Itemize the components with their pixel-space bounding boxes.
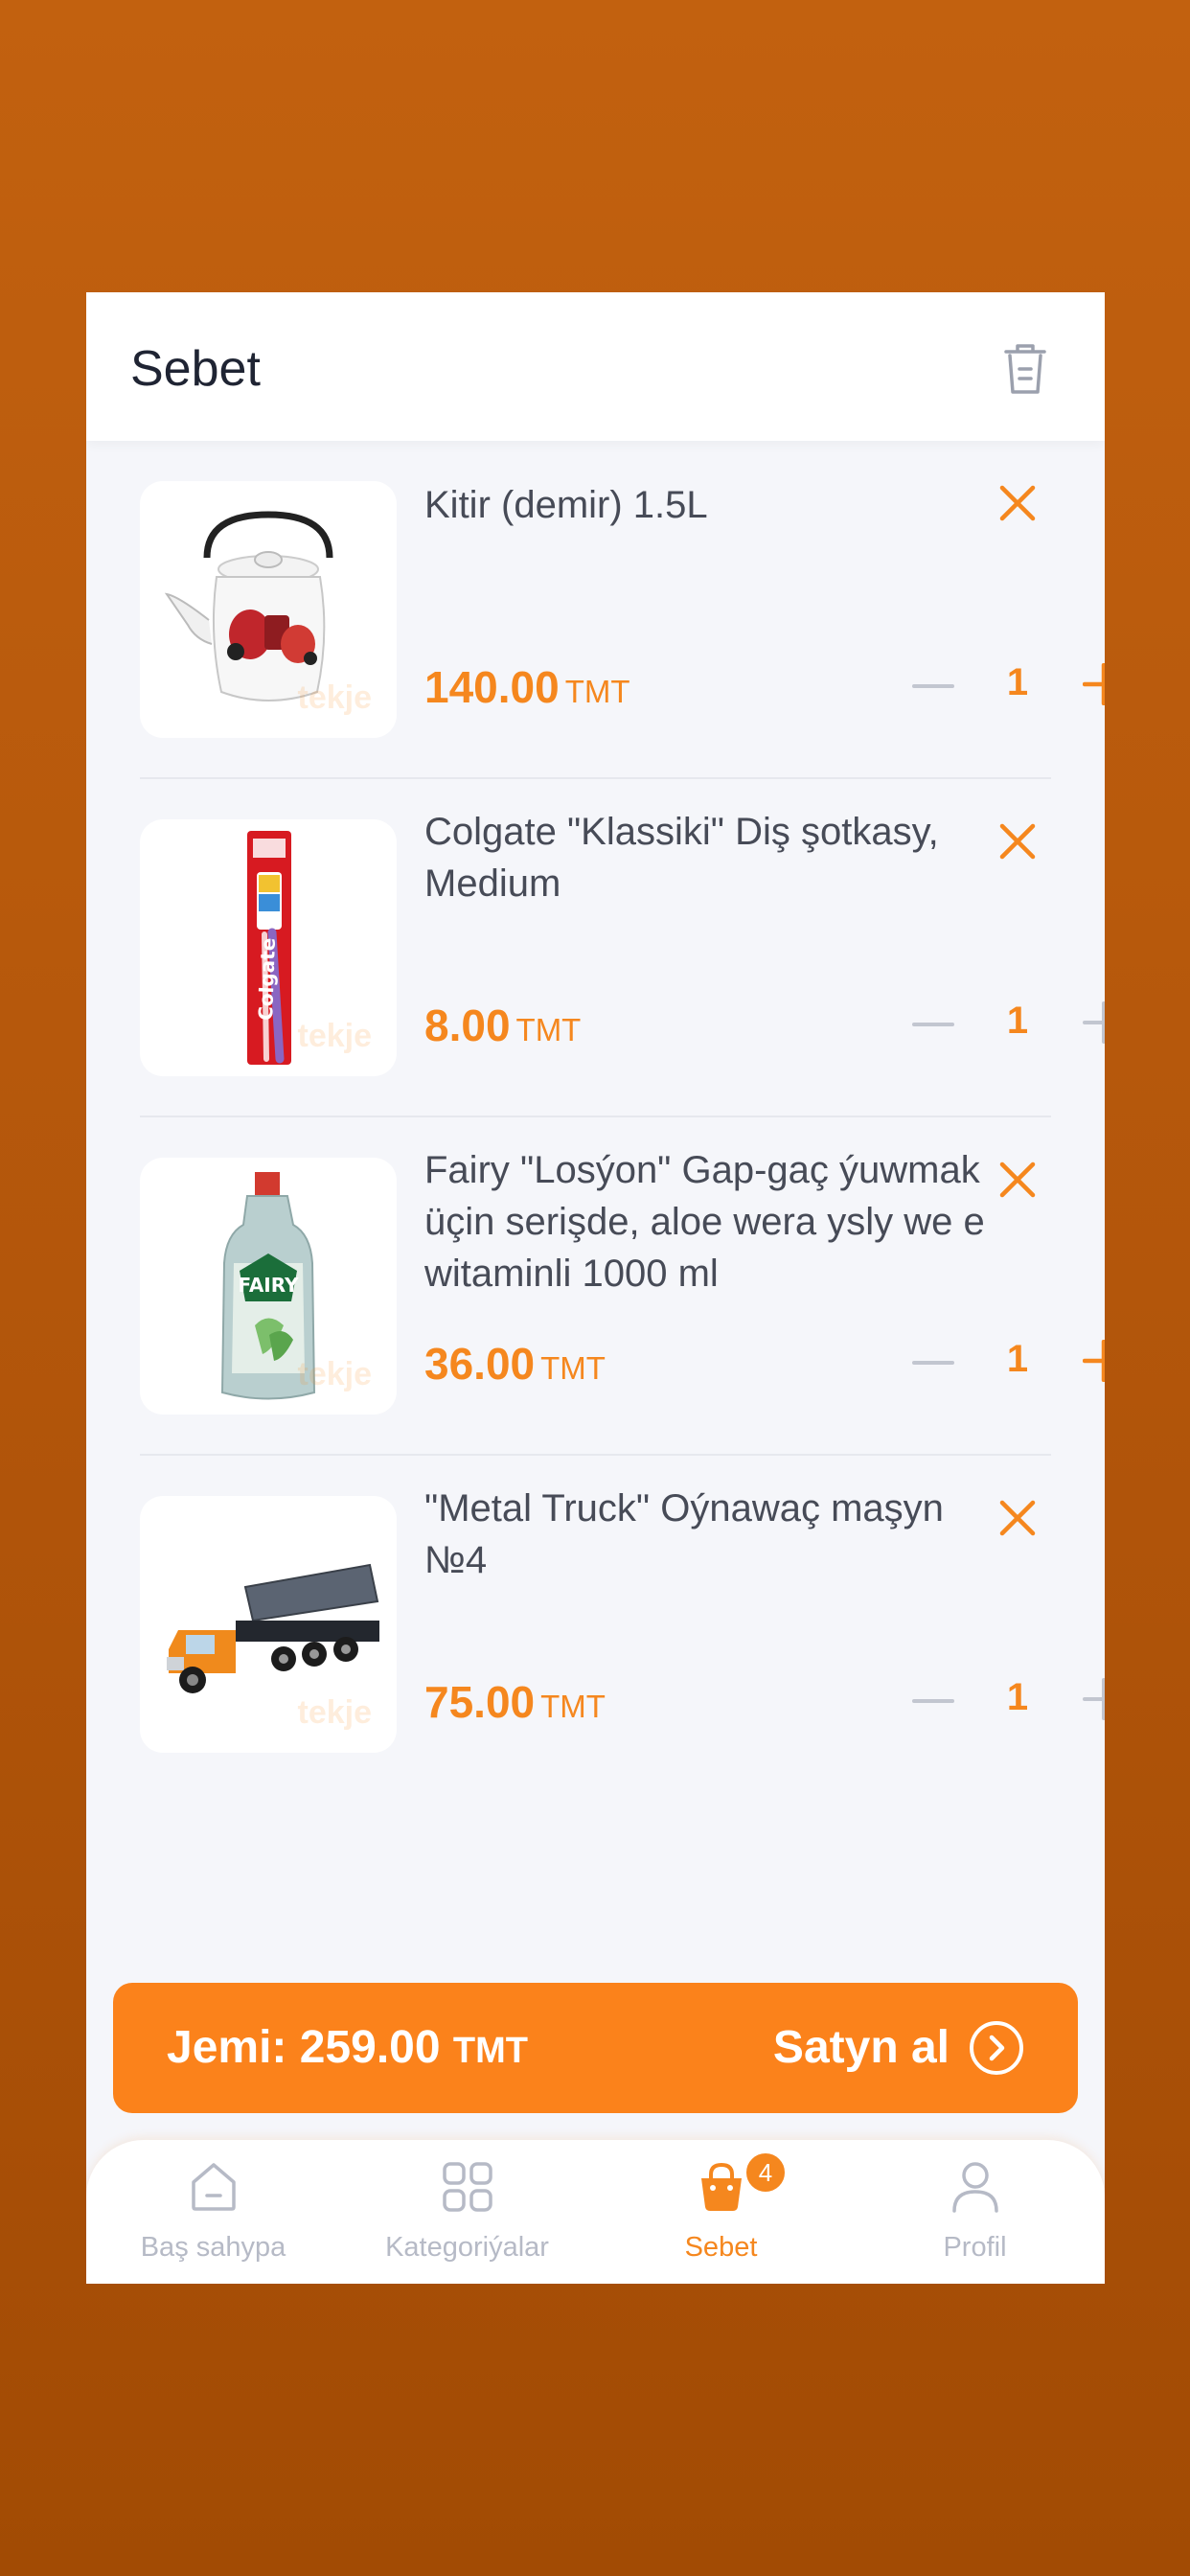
watermark: tekje (297, 679, 373, 716)
quantity-value: 1 (1006, 661, 1029, 703)
close-icon[interactable] (996, 820, 1039, 862)
cart-item: FAIRY tekje Fairy "Losýon" Gap-gaç ýuwma… (86, 1117, 1105, 1456)
cart-item: tekje "Metal Truck" Oýnawaç maşyn №4 75.… (86, 1456, 1105, 1794)
total-currency: TMT (452, 2031, 528, 2071)
decrease-button[interactable] (912, 1003, 954, 1046)
increase-button[interactable] (1082, 1339, 1105, 1383)
watermark: tekje (297, 1356, 373, 1392)
home-icon (186, 2159, 241, 2215)
product-image-truck[interactable]: tekje (140, 1496, 397, 1753)
product-name[interactable]: Kitir (demir) 1.5L (424, 479, 999, 531)
increase-button-disabled[interactable] (1083, 1678, 1105, 1720)
decrease-button[interactable] (912, 1680, 954, 1722)
product-image-toothbrush[interactable]: Colgate tekje (140, 819, 397, 1076)
buy-label: Satyn al (772, 2022, 950, 2073)
chevron-right-circle-icon (968, 2019, 1025, 2077)
product-name[interactable]: Colgate "Klassiki" Diş şotkasy, Medium (424, 806, 999, 909)
total-text: Jemi: 259.00 TMT (167, 2021, 528, 2074)
tab-home[interactable]: Baş sahypa (86, 2140, 340, 2284)
price-value: 8.00 (424, 1000, 511, 1050)
price-currency: TMT (515, 1012, 582, 1047)
tab-cart[interactable]: 4 Sebet (594, 2140, 848, 2284)
decrease-button[interactable] (912, 665, 954, 707)
tab-profile[interactable]: Profil (848, 2140, 1102, 2284)
tab-bar: Baş sahypa Kategoriýalar 4 Sebet Profil (86, 2140, 1105, 2284)
close-icon[interactable] (996, 1159, 1039, 1201)
cart-item: tekje Kitir (demir) 1.5L 140.00 TMT 1 (86, 441, 1105, 779)
tab-label: Kategoriýalar (385, 2232, 549, 2263)
price-currency: TMT (564, 674, 630, 709)
watermark: tekje (297, 1018, 373, 1054)
cart-count-badge: 4 (743, 2150, 789, 2196)
increase-button-disabled[interactable] (1083, 1001, 1105, 1044)
page-title: Sebet (130, 341, 261, 397)
product-name[interactable]: "Metal Truck" Oýnawaç maşyn №4 (424, 1483, 999, 1586)
watermark: tekje (297, 1694, 373, 1731)
cart-item: Colgate tekje Colgate "Klassiki" Diş şot… (86, 779, 1105, 1117)
price-currency: TMT (540, 1350, 606, 1386)
basket-icon (694, 2159, 749, 2215)
close-icon[interactable] (996, 1497, 1039, 1539)
header: Sebet (86, 292, 1105, 441)
trash-icon[interactable] (998, 340, 1052, 398)
price-value: 140.00 (424, 662, 560, 712)
price-currency: TMT (540, 1689, 606, 1724)
checkout-button[interactable]: Jemi: 259.00 TMT Satyn al (113, 1983, 1078, 2113)
tab-label: Profil (943, 2232, 1007, 2263)
brand-text: Colgate (254, 937, 280, 1021)
product-image-kettle[interactable]: tekje (140, 481, 397, 738)
tab-label: Baş sahypa (140, 2232, 286, 2263)
grid-icon (440, 2159, 495, 2215)
product-price: 36.00 TMT (424, 1338, 606, 1390)
close-icon[interactable] (996, 482, 1039, 524)
total-amount: 259.00 (299, 2022, 441, 2073)
product-price: 75.00 TMT (424, 1676, 606, 1728)
product-name[interactable]: Fairy "Losýon" Gap-gaç ýuwmak üçin seriş… (424, 1144, 999, 1300)
tab-label: Sebet (684, 2232, 758, 2263)
product-image-detergent[interactable]: FAIRY tekje (140, 1158, 397, 1414)
quantity-value: 1 (1006, 1676, 1029, 1718)
quantity-value: 1 (1006, 1338, 1029, 1380)
product-price: 8.00 TMT (424, 1000, 581, 1051)
increase-button[interactable] (1082, 662, 1105, 706)
price-value: 75.00 (424, 1677, 536, 1727)
cart-screen: Sebet tekje Kitir (demir) 1.5L 140.00 TM… (86, 292, 1105, 2284)
total-label: Jemi: (167, 2022, 287, 2073)
tab-categories[interactable]: Kategoriýalar (340, 2140, 594, 2284)
user-icon (948, 2159, 1003, 2215)
brand-text: FAIRY (238, 1274, 299, 1297)
price-value: 36.00 (424, 1339, 536, 1389)
decrease-button[interactable] (912, 1342, 954, 1384)
product-price: 140.00 TMT (424, 661, 630, 713)
quantity-value: 1 (1006, 1000, 1029, 1042)
